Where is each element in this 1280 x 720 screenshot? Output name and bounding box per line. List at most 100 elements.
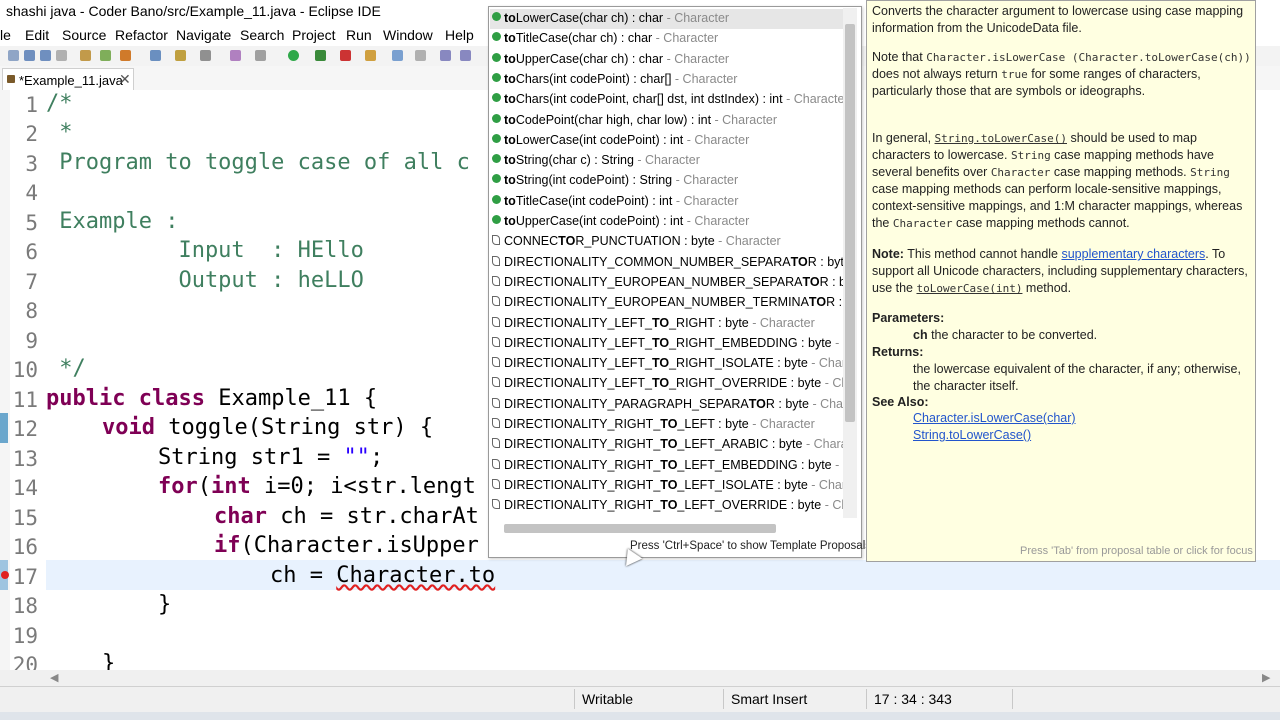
doc-returns-desc: the lowercase equivalent of the characte… (913, 362, 1241, 393)
menu-edit[interactable]: Edit (25, 27, 49, 43)
close-icon[interactable]: ✕ (119, 71, 131, 88)
doc-text: In general, (872, 131, 935, 145)
menu-source[interactable]: Source (62, 27, 106, 43)
proposal-text: toString(char c) : String - Character (504, 153, 700, 167)
proposal-item[interactable]: DIRECTIONALITY_LEFT_TO_RIGHT_EMBEDDING :… (490, 334, 843, 354)
tolowercase-int-link[interactable]: toLowerCase(int) (916, 282, 1022, 295)
menu-navigate[interactable]: Navigate (176, 27, 231, 43)
menu-refactor[interactable]: Refactor (115, 27, 168, 43)
supplementary-characters-link[interactable]: supplementary characters (1061, 247, 1205, 261)
save-icon[interactable] (24, 50, 35, 61)
task-icon[interactable] (365, 50, 376, 61)
coverage-icon[interactable] (315, 50, 326, 61)
proposal-item[interactable]: toTitleCase(char ch) : char - Character (490, 29, 843, 49)
proposal-signature: UpperCase(char ch) : char (515, 51, 664, 66)
proposal-match: to (504, 132, 516, 147)
doc-code: String (1010, 149, 1051, 162)
scroll-right-icon[interactable]: ▶ (1262, 671, 1270, 684)
proposal-item[interactable]: toUpperCase(char ch) : char - Character (490, 50, 843, 70)
search-icon[interactable] (200, 50, 211, 61)
proposal-item[interactable]: DIRECTIONALITY_RIGHT_TO_LEFT_ARABIC : by… (490, 435, 843, 455)
proposal-text: DIRECTIONALITY_RIGHT_TO_LEFT : byte - Ch… (504, 417, 815, 431)
scroll-left-icon[interactable]: ◀ (50, 671, 58, 684)
proposal-item[interactable]: DIRECTIONALITY_EUROPEAN_NUMBER_TERMINATO… (490, 293, 843, 313)
proposal-item[interactable]: toLowerCase(char ch) : char - Character (490, 9, 843, 29)
proposal-prefix: DIRECTIONALITY_RIGHT_ (504, 477, 661, 492)
new-class-icon[interactable] (100, 50, 111, 61)
proposal-text: DIRECTIONALITY_RIGHT_TO_LEFT_EMBEDDING :… (504, 458, 843, 472)
external-tools-icon[interactable] (230, 50, 241, 61)
proposal-match: TO (808, 295, 827, 310)
doc-supplementary-note: Note: This method cannot handle suppleme… (872, 246, 1252, 297)
new-package-icon[interactable] (80, 50, 91, 61)
proposal-text: DIRECTIONALITY_LEFT_TO_RIGHT : byte - Ch… (504, 316, 815, 330)
nav-back-icon[interactable] (440, 50, 451, 61)
proposal-item[interactable]: DIRECTIONALITY_RIGHT_TO_LEFT : byte - Ch… (490, 415, 843, 435)
proposal-item[interactable]: CONNECTOR_PUNCTUATION : byte - Character (490, 232, 843, 252)
proposal-horizontal-scroll-thumb[interactable] (504, 524, 776, 533)
proposal-match: TO (660, 437, 678, 452)
proposal-item[interactable]: DIRECTIONALITY_EUROPEAN_NUMBER_SEPARATOR… (490, 273, 843, 293)
open-perspective-icon[interactable] (392, 50, 403, 61)
proposal-text: DIRECTIONALITY_COMMON_NUMBER_SEPARATOR :… (504, 255, 843, 269)
menu-file[interactable]: le (0, 27, 11, 43)
doc-code: Character (892, 217, 953, 230)
menu-run[interactable]: Run (346, 27, 372, 43)
see-also-character-islowercase-link[interactable]: Character.isLowerCase(char) (913, 411, 1076, 425)
string-tolowercase-link[interactable]: String.toLowerCase() (935, 132, 1067, 145)
proposal-text: toString(int codePoint) : String - Chara… (504, 173, 738, 187)
proposal-match: TO (790, 254, 808, 269)
proposal-item[interactable]: toChars(int codePoint, char[] dst, int d… (490, 90, 843, 110)
annotation-icon[interactable] (415, 50, 426, 61)
proposal-match: TO (660, 417, 678, 431)
proposal-scroll-thumb[interactable] (845, 24, 855, 422)
proposal-item[interactable]: DIRECTIONALITY_PARAGRAPH_SEPARATOR : byt… (490, 395, 843, 415)
content-assist-popup[interactable]: toLowerCase(char ch) : char - Character t… (488, 6, 862, 558)
doc-param-name: ch (913, 328, 928, 342)
proposal-item[interactable]: DIRECTIONALITY_LEFT_TO_RIGHT : byte - Ch… (490, 314, 843, 334)
stop-icon[interactable] (340, 50, 351, 61)
field-icon (492, 316, 500, 327)
proposal-text: toChars(int codePoint, char[] dst, int d… (504, 92, 843, 106)
menu-search[interactable]: Search (240, 27, 284, 43)
proposal-item[interactable]: DIRECTIONALITY_RIGHT_TO_LEFT_OVERRIDE : … (490, 496, 843, 516)
proposal-item[interactable]: toCodePoint(char high, char low) : int -… (490, 111, 843, 131)
nav-forward-icon[interactable] (460, 50, 471, 61)
doc-parameters-label: Parameters: (872, 311, 945, 325)
menu-window[interactable]: Window (383, 27, 433, 43)
print-icon[interactable] (56, 50, 67, 61)
proposal-declaring-type: - Character (811, 477, 843, 492)
proposal-signature: _LEFT_ISOLATE : byte (677, 477, 808, 492)
menu-help[interactable]: Help (445, 27, 474, 43)
proposal-prefix: DIRECTIONALITY_RIGHT_ (504, 437, 661, 452)
debug-icon[interactable] (150, 50, 161, 61)
proposal-item[interactable]: DIRECTIONALITY_RIGHT_TO_LEFT_ISOLATE : b… (490, 476, 843, 496)
skip-icon[interactable] (255, 50, 266, 61)
proposal-item[interactable]: toUpperCase(int codePoint) : int - Chara… (490, 212, 843, 232)
run-icon[interactable] (288, 50, 299, 61)
code-line-7: Output : heLLO (46, 268, 364, 293)
proposal-item[interactable]: toString(int codePoint) : String - Chara… (490, 171, 843, 191)
proposal-item[interactable]: toTitleCase(int codePoint) : int - Chara… (490, 192, 843, 212)
editor-horizontal-scrollbar[interactable]: ◀ ▶ (0, 670, 1280, 686)
see-also-string-tolowercase-link[interactable]: String.toLowerCase() (913, 428, 1031, 442)
javadoc-popup[interactable]: Converts the character argument to lower… (866, 0, 1256, 562)
refresh-icon[interactable] (120, 50, 131, 61)
line-number: 7 (25, 270, 38, 294)
proposal-match: to (504, 31, 516, 46)
proposal-item[interactable]: toChars(int codePoint) : char[] - Charac… (490, 70, 843, 90)
proposal-item[interactable]: toString(char c) : String - Character (490, 151, 843, 171)
tab-example-11[interactable]: *Example_11.java ✕ (2, 68, 134, 91)
proposal-item[interactable]: DIRECTIONALITY_COMMON_NUMBER_SEPARATOR :… (490, 253, 843, 273)
menu-project[interactable]: Project (292, 27, 336, 43)
save-all-icon[interactable] (40, 50, 51, 61)
proposal-text: DIRECTIONALITY_LEFT_TO_RIGHT_ISOLATE : b… (504, 356, 843, 370)
proposal-item[interactable]: DIRECTIONALITY_LEFT_TO_RIGHT_OVERRIDE : … (490, 374, 843, 394)
proposal-item[interactable]: DIRECTIONALITY_RIGHT_TO_LEFT_EMBEDDING :… (490, 456, 843, 476)
proposal-item[interactable]: DIRECTIONALITY_LEFT_TO_RIGHT_ISOLATE : b… (490, 354, 843, 374)
proposal-signature: _LEFT_OVERRIDE : byte (677, 498, 822, 513)
new-icon[interactable] (8, 50, 19, 61)
open-type-icon[interactable] (175, 50, 186, 61)
keyword: int (211, 474, 251, 499)
proposal-item[interactable]: toLowerCase(int codePoint) : int - Chara… (490, 131, 843, 151)
